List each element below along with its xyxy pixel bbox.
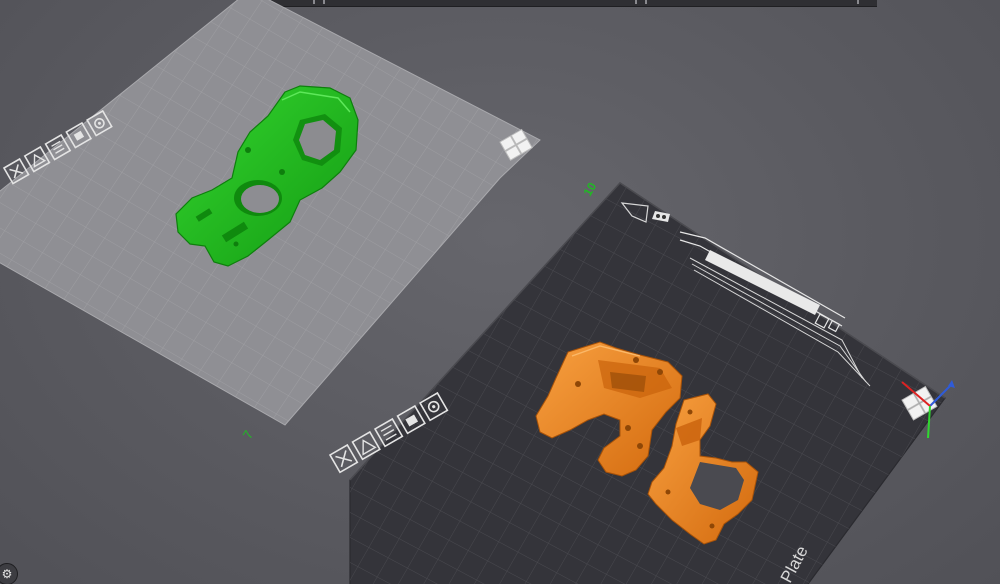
orange-part-left-screw-hole [625,425,631,431]
plate-1-number: 7 [240,428,257,442]
gear-icon[interactable]: ⚙ [0,563,18,584]
green-part-mid-hole-floor [241,185,279,213]
close-icon[interactable] [328,443,359,474]
orange-part-right-screw-hole [687,409,693,415]
scene-canvas[interactable]: 7 10 Plate [0,0,1000,584]
orange-part-right-screw-hole [665,489,671,495]
orange-part-right-screw-hole [709,523,715,529]
orange-part-left-screw-hole [575,381,581,387]
orange-part-left-screw-hole [633,357,639,363]
green-part-screw-hole [279,169,285,175]
orange-part-left-screw-hole [657,369,663,375]
green-part-screw-hole [245,147,251,153]
orange-part-left-screw-hole [637,443,643,449]
3d-viewport[interactable]: 7 10 Plate ⚙ [0,0,1000,584]
green-part-screw-hole [233,241,239,247]
plate-2-number: 10 [580,180,599,199]
